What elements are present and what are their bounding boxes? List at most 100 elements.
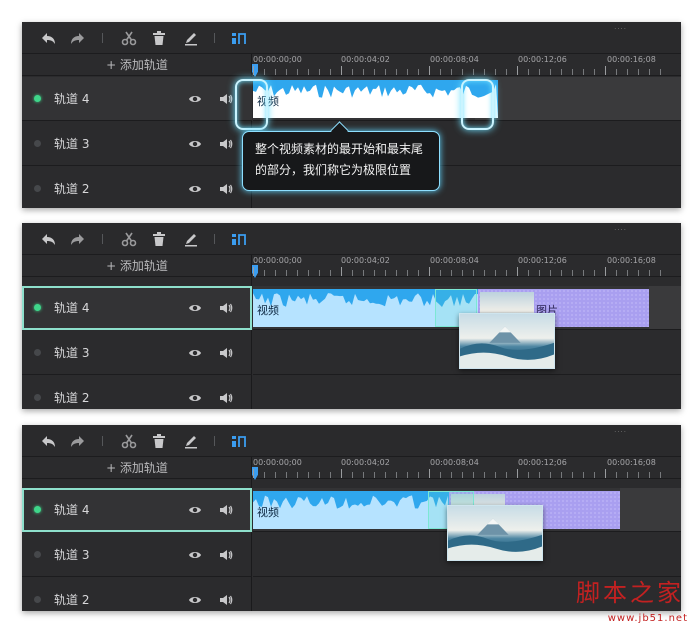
ruler-tick [495, 270, 496, 276]
redo-icon[interactable] [68, 433, 86, 449]
ruler-tick [550, 472, 551, 478]
ruler-tick [539, 69, 540, 75]
ruler-label: 00:00:04;02 [341, 256, 390, 265]
volume-icon[interactable] [219, 548, 233, 562]
edit-icon[interactable] [182, 433, 200, 449]
eye-icon[interactable] [188, 593, 202, 607]
track-lane[interactable] [253, 376, 681, 409]
time-ruler[interactable]: 00:00:00;00 00:00:04;02 00:00:08;04 00:0… [252, 457, 681, 480]
time-ruler[interactable]: 00:00:00;00 00:00:04;02 00:00:08;04 00:0… [252, 54, 681, 77]
ruler-tick [484, 270, 485, 276]
ruler-tick [363, 270, 364, 276]
ruler-label: 00:00:00;00 [253, 256, 302, 265]
volume-icon[interactable] [219, 92, 233, 106]
snap-icon[interactable] [230, 433, 248, 449]
edit-icon[interactable] [182, 30, 200, 46]
track-name: 轨道 3 [54, 137, 90, 151]
ruler-label: 00:00:16;08 [607, 458, 656, 467]
ruler-tick [660, 69, 661, 75]
delete-icon[interactable] [150, 30, 168, 46]
track-header-column: + 添加轨道 轨道 4 轨道 3 轨道 2 [22, 54, 252, 208]
ruler-tick [352, 270, 353, 276]
ruler-tick [396, 472, 397, 478]
eye-icon[interactable] [188, 503, 202, 517]
volume-icon[interactable] [219, 391, 233, 405]
ruler-tick [286, 69, 287, 75]
track-row[interactable]: 轨道 2 [22, 376, 252, 409]
track-row[interactable]: 轨道 4 [22, 286, 252, 330]
track-row[interactable]: 轨道 2 [22, 578, 252, 611]
cut-icon[interactable] [120, 30, 138, 46]
redo-icon[interactable] [68, 231, 86, 247]
dragged-image-thumbnail[interactable] [447, 505, 543, 561]
undo-icon[interactable] [40, 433, 58, 449]
track-active-indicator [34, 140, 41, 147]
ruler-tick [583, 270, 584, 276]
ruler-tick [407, 69, 408, 75]
cut-icon[interactable] [120, 231, 138, 247]
mountain-wave-image [448, 518, 542, 560]
eye-icon[interactable] [188, 346, 202, 360]
volume-icon[interactable] [219, 503, 233, 517]
ruler-tick [594, 69, 595, 75]
panel-grip[interactable]: .... [614, 426, 627, 434]
track-row[interactable]: 轨道 2 [22, 167, 252, 208]
eye-icon[interactable] [188, 92, 202, 106]
ruler-tick [638, 69, 639, 75]
track-name: 轨道 4 [54, 503, 90, 517]
ruler-tick [594, 472, 595, 478]
add-track-button[interactable]: + 添加轨道 [22, 457, 252, 479]
volume-icon[interactable] [219, 593, 233, 607]
ruler-tick [627, 69, 628, 75]
track-row[interactable]: 轨道 3 [22, 533, 252, 577]
ruler-tick [528, 472, 529, 478]
ruler-tick [429, 66, 430, 75]
delete-icon[interactable] [150, 231, 168, 247]
toolbar-divider [214, 234, 215, 244]
track-row[interactable]: 轨道 4 [22, 488, 252, 532]
cut-icon[interactable] [120, 433, 138, 449]
dragged-image-thumbnail[interactable] [459, 313, 555, 369]
ruler-tick [330, 472, 331, 478]
track-active-indicator [34, 185, 41, 192]
ruler-tick [649, 270, 650, 276]
volume-icon[interactable] [219, 137, 233, 151]
snap-icon[interactable] [230, 30, 248, 46]
panel-grip[interactable]: .... [614, 23, 627, 31]
track-header-column: + 添加轨道 轨道 4 轨道 3 轨道 2 [22, 457, 252, 611]
eye-icon[interactable] [188, 301, 202, 315]
panel-grip[interactable]: .... [614, 224, 627, 232]
eye-icon[interactable] [188, 182, 202, 196]
volume-icon[interactable] [219, 301, 233, 315]
undo-icon[interactable] [40, 231, 58, 247]
add-track-label: + 添加轨道 [106, 259, 168, 273]
volume-icon[interactable] [219, 346, 233, 360]
track-row[interactable]: 轨道 4 [22, 77, 252, 121]
toolbar-divider [214, 436, 215, 446]
snap-icon[interactable] [230, 231, 248, 247]
ruler-tick [616, 472, 617, 478]
eye-icon[interactable] [188, 548, 202, 562]
edit-icon[interactable] [182, 231, 200, 247]
track-row[interactable]: 轨道 3 [22, 331, 252, 375]
ruler-tick [451, 472, 452, 478]
video-clip[interactable]: 视频 [253, 491, 449, 529]
redo-icon[interactable] [68, 30, 86, 46]
track-empty-area [649, 286, 681, 329]
eye-icon[interactable] [188, 137, 202, 151]
add-track-button[interactable]: + 添加轨道 [22, 54, 252, 76]
undo-icon[interactable] [40, 30, 58, 46]
ruler-tick [539, 472, 540, 478]
ruler-tick [385, 472, 386, 478]
track-row[interactable]: 轨道 3 [22, 122, 252, 166]
volume-icon[interactable] [219, 182, 233, 196]
add-track-button[interactable]: + 添加轨道 [22, 255, 252, 277]
track-active-indicator [34, 304, 41, 311]
ruler-tick [308, 69, 309, 75]
delete-icon[interactable] [150, 433, 168, 449]
ruler-tick [264, 472, 265, 478]
ruler-tick [440, 472, 441, 478]
time-ruler[interactable]: 00:00:00;00 00:00:04;02 00:00:08;04 00:0… [252, 255, 681, 278]
eye-icon[interactable] [188, 391, 202, 405]
ruler-tick [407, 472, 408, 478]
